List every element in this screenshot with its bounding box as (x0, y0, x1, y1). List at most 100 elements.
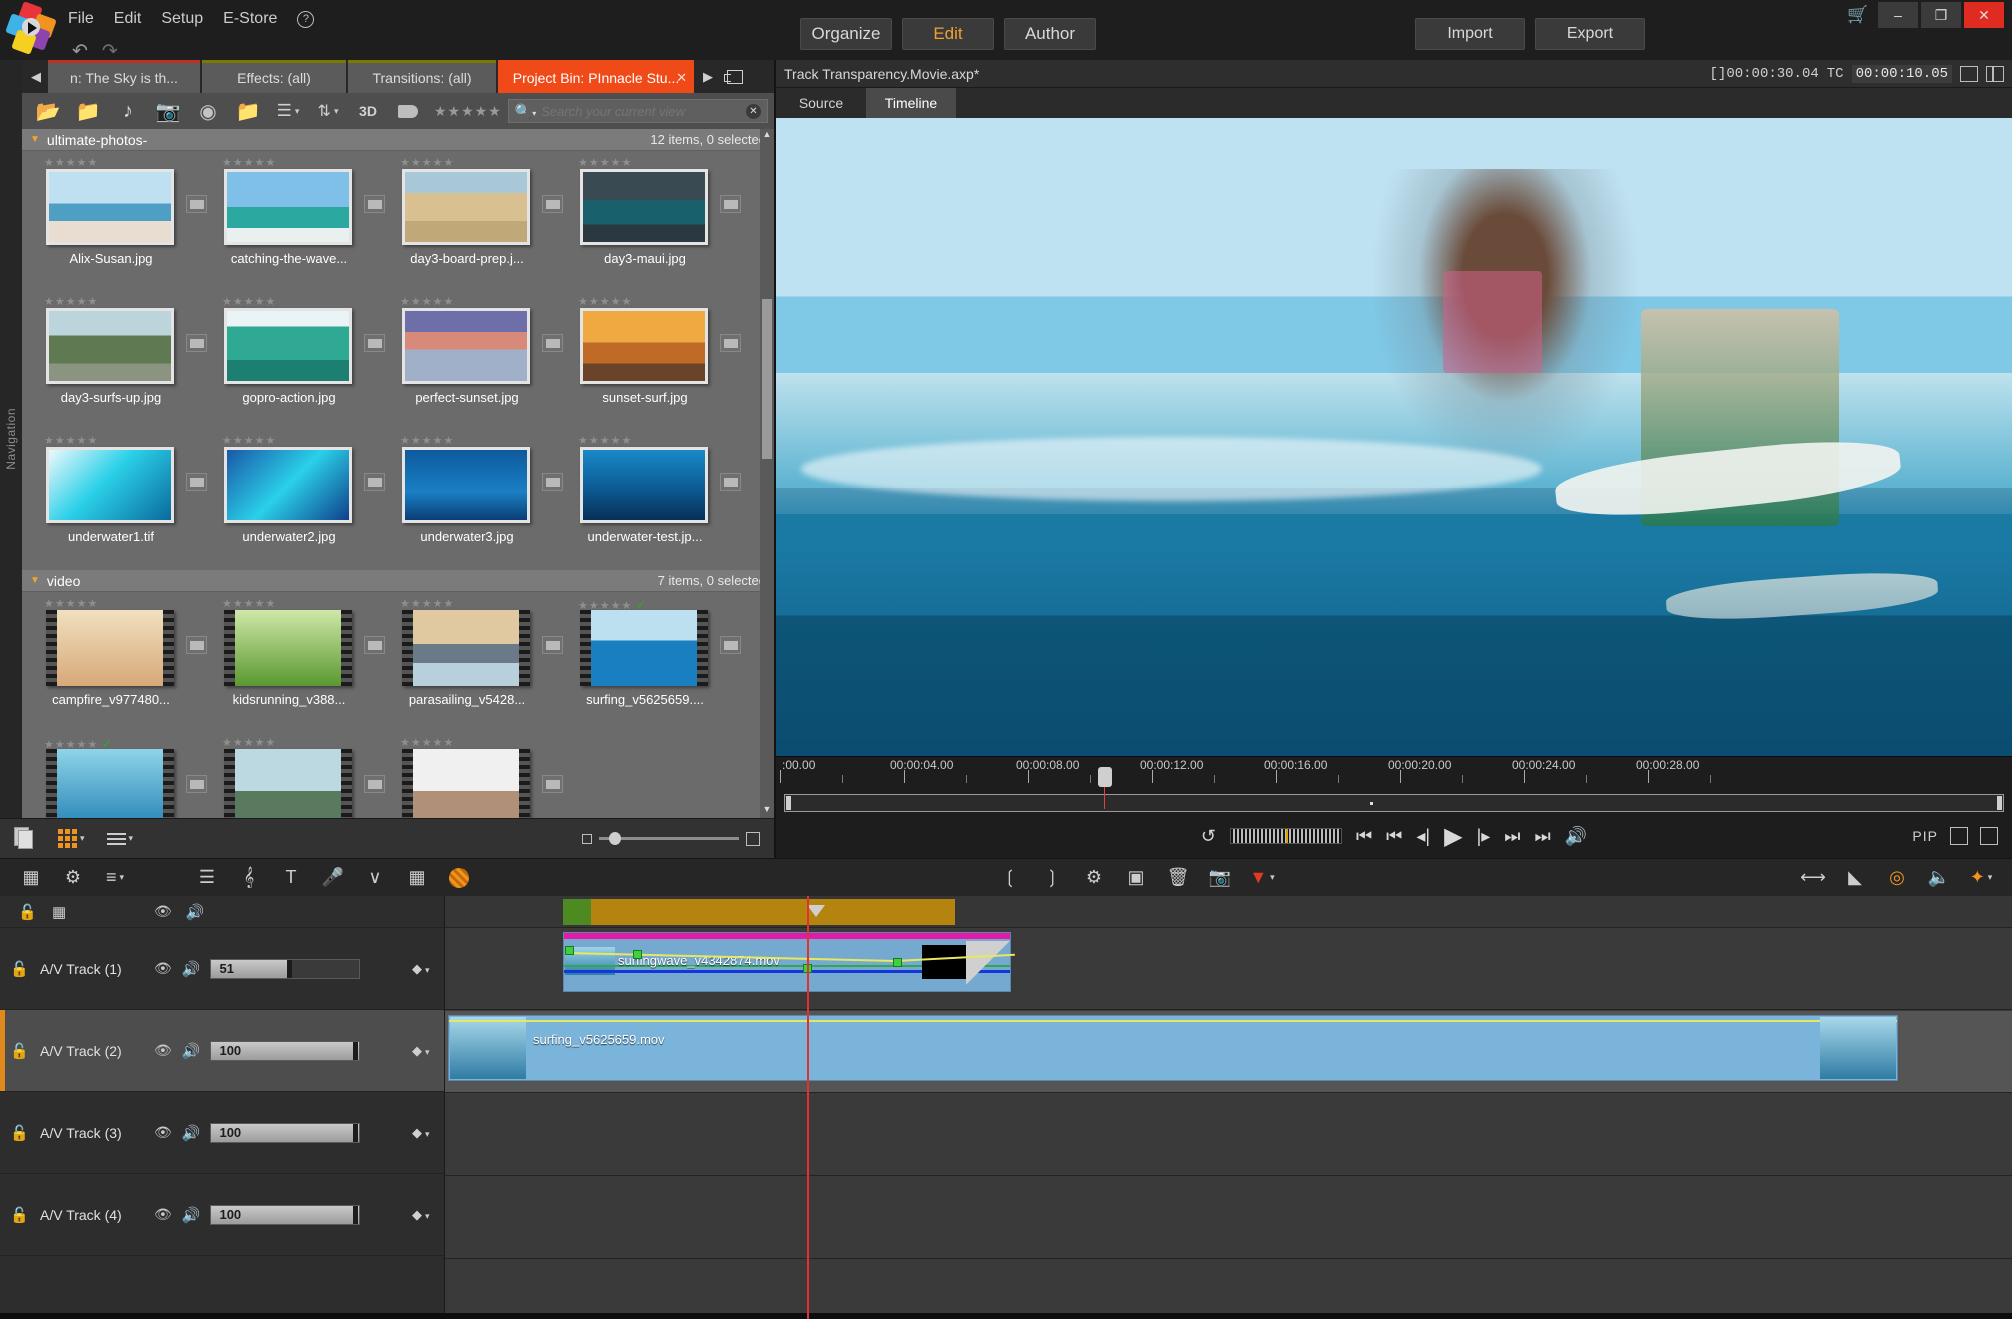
speaker-icon[interactable]: 🔊 (182, 960, 201, 978)
subfolder-icon[interactable] (542, 195, 563, 213)
navigation-rail[interactable]: Navigation (0, 60, 22, 818)
list-item[interactable]: ★★★★★ day3-maui.jpg (570, 153, 748, 292)
list-item[interactable]: ★★★★★ underwater2.jpg (214, 431, 392, 570)
speaker-icon[interactable]: 🔊 (182, 1042, 201, 1060)
timeline-settings-icon[interactable]: ▦ (10, 863, 52, 893)
list-item[interactable]: ★★★★★ (214, 733, 392, 818)
list-item[interactable]: ★★★★★ sunset-surf.jpg (570, 292, 748, 431)
item-stars[interactable]: ★★★★★ (214, 431, 392, 447)
disc-icon[interactable]: ◉ (188, 96, 228, 126)
lock-icon[interactable]: 🔓 (18, 903, 38, 921)
scroll-up-icon[interactable]: ▲ (760, 129, 774, 143)
keyframe-point[interactable] (565, 946, 574, 955)
step-back-icon[interactable]: ◂| (1416, 826, 1430, 847)
chevron-down-icon[interactable]: ▾ (129, 833, 134, 844)
track-height-icon[interactable]: ≡ ▾ (94, 863, 136, 893)
subfolder-icon[interactable] (186, 636, 207, 654)
player-timeline-ruler[interactable]: :00.00 00:00:04.00 00:00:08.00 00:00:12.… (776, 756, 2012, 809)
list-item[interactable]: ★★★★★ campfire_v977480... (36, 594, 214, 733)
folder-download-icon[interactable]: 📂 (28, 96, 68, 126)
minimize-button[interactable]: – (1878, 2, 1918, 28)
keyframe-point[interactable] (893, 958, 902, 967)
cart-icon[interactable]: 🛒 (1841, 2, 1875, 28)
lock-icon[interactable]: 🔓 (10, 1042, 30, 1060)
eye-icon[interactable]: 👁 (154, 1206, 172, 1223)
list-item[interactable]: ★★★★★ (392, 733, 570, 818)
item-stars[interactable]: ★★★★★ (36, 594, 214, 610)
subfolder-icon[interactable] (364, 195, 385, 213)
item-stars[interactable]: ★★★★★ (36, 292, 214, 308)
layout-icon[interactable] (1986, 65, 2004, 82)
item-stars[interactable]: ★★★★★ (570, 153, 748, 169)
list-item[interactable]: ★★★★★ parasailing_v5428... (392, 594, 570, 733)
master-clip[interactable] (563, 899, 955, 925)
group-header-photos[interactable]: ▼ ultimate-photos- 12 items, 0 selected (22, 129, 774, 151)
speaker-icon[interactable]: 🔊 (182, 1206, 201, 1224)
list-item[interactable]: ★★★★★ catching-the-wave... (214, 153, 392, 292)
subfolder-icon[interactable] (720, 195, 741, 213)
subfolder-icon[interactable] (186, 473, 207, 491)
clear-search-icon[interactable]: ✕ (746, 103, 761, 119)
next-clip-icon[interactable]: ⏭ (1504, 826, 1520, 847)
library-tab-sky[interactable]: n: The Sky is th... (48, 60, 200, 93)
list-item[interactable]: ★★★★★ underwater-test.jp... (570, 431, 748, 570)
list-view-icon[interactable]: ☰ ▾ (268, 96, 308, 126)
timeline-clip-1[interactable]: surfingwave_v4342874.mov (563, 932, 1011, 992)
voiceover-icon[interactable]: 🎤 (312, 863, 354, 893)
list-item[interactable]: ★★★★★ kidsrunning_v388... (214, 594, 392, 733)
eye-icon[interactable]: 👁 (154, 1042, 172, 1059)
item-stars[interactable]: ★★★★★ (392, 733, 570, 749)
eye-icon[interactable]: 👁 (154, 1124, 172, 1141)
export-button[interactable]: Export (1535, 18, 1645, 50)
subfolder-icon[interactable] (542, 775, 563, 793)
loop-icon[interactable]: ↺ (1201, 826, 1216, 847)
track-lane-1[interactable]: surfingwave_v4342874.mov (445, 928, 2012, 1010)
library-tab-transitions[interactable]: Transitions: (all) (348, 60, 496, 93)
grid-view-icon[interactable] (58, 829, 77, 848)
list-item[interactable]: ★★★★★ day3-board-prep.j... (392, 153, 570, 292)
speaker-icon[interactable]: 🔊 (182, 1124, 201, 1142)
subfolder-icon[interactable] (364, 334, 385, 352)
item-stars[interactable]: ★★★★★ (214, 594, 392, 610)
trim-handle-left[interactable] (786, 796, 791, 810)
item-stars[interactable]: ★★★★★ ✓ (570, 594, 748, 612)
volume-slider[interactable]: 100 (210, 1122, 361, 1143)
subfolder-icon[interactable] (186, 775, 207, 793)
item-stars[interactable]: ★★★★★ (214, 292, 392, 308)
item-stars[interactable]: ★★★★★ (36, 153, 214, 169)
menu-edit[interactable]: Edit (114, 10, 142, 28)
play-icon[interactable]: ▶ (1444, 822, 1462, 851)
photo-icon[interactable]: 📷 (148, 96, 188, 126)
split-clip-icon[interactable]: ⚙ (1073, 863, 1115, 893)
volume-slider[interactable]: 100 (210, 1204, 361, 1225)
group-header-video[interactable]: ▼ video 7 items, 0 selected (22, 570, 774, 592)
track-header-3[interactable]: 🔓 A/V Track (3) 👁 🔊 100 ◆ ▾ (0, 1092, 444, 1174)
mark-out-icon[interactable]: ❳ (1031, 863, 1073, 893)
subfolder-icon[interactable] (364, 636, 385, 654)
collapse-triangle-icon[interactable]: ▼ (30, 575, 40, 586)
keyframe-point[interactable] (633, 950, 642, 959)
track-lane-3[interactable] (445, 1094, 2012, 1176)
crop-icon[interactable] (1980, 827, 1998, 845)
tc-value[interactable]: 00:00:10.05 (1851, 64, 1952, 83)
lock-icon[interactable]: 🔓 (10, 1124, 30, 1142)
video-preview[interactable] (776, 118, 2012, 756)
subfolder-icon[interactable] (186, 334, 207, 352)
subfolder-icon[interactable] (542, 473, 563, 491)
timeline-tracks[interactable]: surfingwave_v4342874.mov surfing_v562565… (445, 896, 2012, 1319)
item-stars[interactable]: ★★★★★ (392, 594, 570, 610)
tab-source[interactable]: Source (776, 88, 866, 118)
master-track-lane[interactable] (445, 896, 2012, 928)
audio-mixer-icon[interactable]: ☰ (186, 863, 228, 893)
add-track-icon[interactable]: ▦ (52, 903, 72, 921)
pip-button[interactable]: PIP (1912, 828, 1938, 844)
mark-in-icon[interactable]: ❲ (989, 863, 1031, 893)
rating-filter[interactable]: ★★★★★ (434, 103, 502, 120)
subfolder-icon[interactable] (720, 473, 741, 491)
item-stars[interactable]: ★★★★★ (214, 733, 392, 749)
library-scrollbar[interactable]: ▲ ▼ (760, 129, 774, 818)
subfolder-icon[interactable] (364, 775, 385, 793)
mode-edit[interactable]: Edit (902, 18, 994, 50)
stack-icon[interactable] (14, 826, 36, 851)
maximize-button[interactable]: ❐ (1921, 2, 1961, 28)
